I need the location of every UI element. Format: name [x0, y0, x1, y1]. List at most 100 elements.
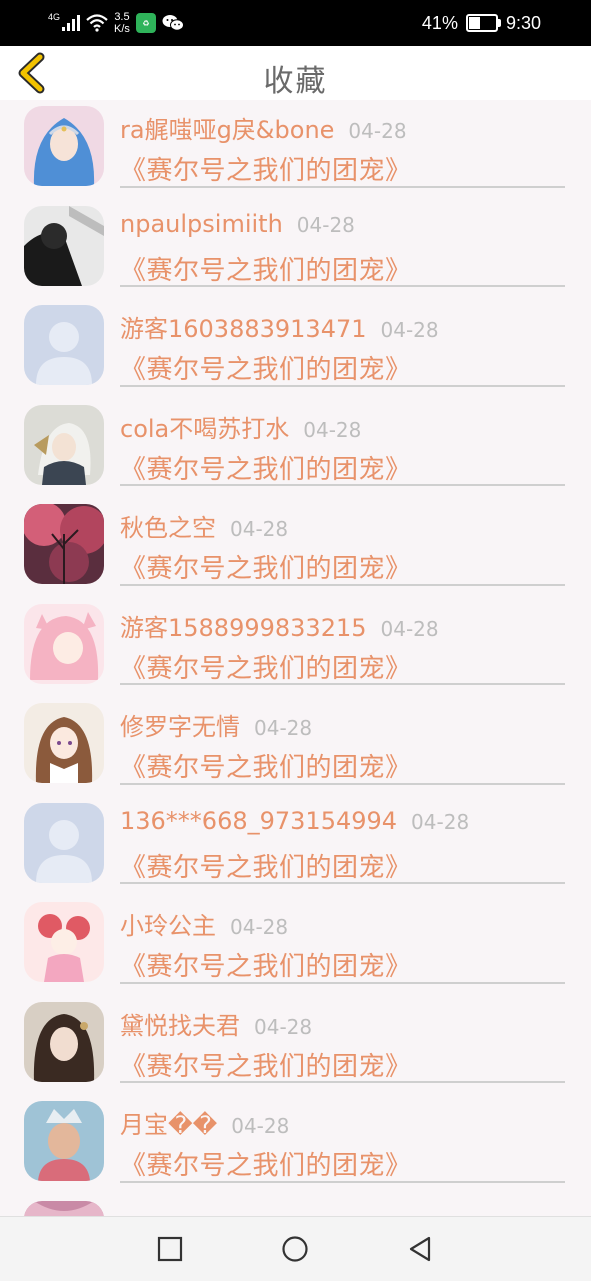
item-header: cola不喝苏打水 04-28	[120, 409, 565, 449]
avatar-bw-figure	[24, 205, 104, 286]
list-item[interactable]: 秋色之空 04-28 《赛尔号之我们的团宠》	[0, 498, 591, 598]
item-text: 游客1603883913471 04-28 《赛尔号之我们的团宠》	[120, 309, 565, 386]
avatar[interactable]	[24, 703, 104, 783]
list-item[interactable]	[0, 1195, 591, 1216]
story-title[interactable]: 《赛尔号之我们的团宠》	[120, 349, 565, 386]
divider	[120, 185, 565, 188]
divider	[120, 583, 565, 586]
wechat-icon	[162, 15, 184, 31]
story-title[interactable]: 《赛尔号之我们的团宠》	[120, 648, 565, 685]
avatar[interactable]	[24, 1200, 104, 1216]
network-type: 4G	[48, 12, 61, 22]
avatar[interactable]	[24, 404, 104, 485]
item-text: 秋色之空 04-28 《赛尔号之我们的团宠》	[120, 508, 565, 585]
username[interactable]: 游客1603883913471	[120, 315, 367, 343]
avatar[interactable]	[24, 504, 104, 584]
username[interactable]: npaulpsimiith	[120, 210, 283, 238]
item-header: 黛悦找夫君 04-28	[120, 1006, 565, 1046]
avatar-partial-pink	[24, 1200, 104, 1216]
system-back-button[interactable]	[406, 1235, 434, 1263]
avatar[interactable]	[24, 205, 104, 286]
home-button[interactable]	[281, 1235, 309, 1263]
story-title[interactable]: 《赛尔号之我们的团宠》	[120, 548, 565, 585]
divider	[120, 981, 565, 984]
item-header: npaulpsimiith 04-28	[120, 210, 565, 250]
list-item[interactable]: 黛悦找夫君 04-28 《赛尔号之我们的团宠》	[0, 996, 591, 1096]
avatar[interactable]	[24, 1101, 104, 1181]
item-text: 136***668_973154994 04-28 《赛尔号之我们的团宠》	[120, 807, 565, 884]
avatar-anime-red-twins	[24, 902, 104, 982]
avatar[interactable]	[24, 902, 104, 982]
story-title[interactable]: 《赛尔号之我们的团宠》	[120, 946, 565, 983]
home-icon	[282, 1236, 308, 1262]
avatar[interactable]	[24, 106, 104, 186]
battery-icon	[465, 14, 501, 32]
date: 04-28	[348, 119, 407, 143]
list-item[interactable]: 小玲公主 04-28 《赛尔号之我们的团宠》	[0, 896, 591, 996]
story-title[interactable]: 《赛尔号之我们的团宠》	[120, 449, 565, 486]
list-item[interactable]: ra艉嗤哑g戾&bone 04-28 《赛尔号之我们的团宠》	[0, 100, 591, 200]
avatar[interactable]	[24, 603, 104, 684]
item-text: cola不喝苏打水 04-28 《赛尔号之我们的团宠》	[120, 409, 565, 486]
item-header: 秋色之空 04-28	[120, 508, 565, 548]
list-item[interactable]: cola不喝苏打水 04-28 《赛尔号之我们的团宠》	[0, 399, 591, 499]
favorites-list[interactable]: ra艉嗤哑g戾&bone 04-28 《赛尔号之我们的团宠》 npaulpsimi…	[0, 100, 591, 1216]
avatar-pink-trees	[24, 504, 104, 584]
date: 04-28	[411, 809, 470, 834]
story-title[interactable]: 《赛尔号之我们的团宠》	[120, 847, 565, 884]
username[interactable]: 秋色之空	[120, 514, 216, 542]
divider	[120, 683, 565, 685]
story-title[interactable]: 《赛尔号之我们的团宠》	[120, 1145, 565, 1182]
list-item[interactable]: 修罗字无情 04-28 《赛尔号之我们的团宠》	[0, 697, 591, 797]
item-text: 小玲公主 04-28 《赛尔号之我们的团宠》	[120, 906, 565, 983]
date: 04-28	[296, 212, 355, 237]
item-header: 136***668_973154994 04-28	[120, 807, 565, 847]
avatar[interactable]	[24, 1001, 104, 1082]
avatar[interactable]	[24, 802, 104, 883]
date: 04-28	[380, 318, 439, 342]
divider	[120, 782, 565, 785]
divider	[120, 882, 565, 884]
story-title[interactable]: 《赛尔号之我们的团宠》	[120, 150, 565, 187]
item-text: 月宝�� 04-28 《赛尔号之我们的团宠》	[120, 1105, 565, 1182]
divider	[120, 1081, 565, 1083]
list-item[interactable]: 游客1588999833215 04-28 《赛尔号之我们的团宠》	[0, 598, 591, 698]
avatar-default-silhouette	[24, 802, 104, 883]
username[interactable]: 黛悦找夫君	[120, 1012, 240, 1040]
divider	[120, 484, 565, 486]
username[interactable]: cola不喝苏打水	[120, 415, 289, 443]
list-item[interactable]: 月宝�� 04-28 《赛尔号之我们的团宠》	[0, 1095, 591, 1195]
date: 04-28	[254, 716, 313, 740]
item-header: 修罗字无情 04-28	[120, 707, 565, 747]
story-title[interactable]: 《赛尔号之我们的团宠》	[120, 250, 565, 287]
list-item[interactable]: npaulpsimiith 04-28 《赛尔号之我们的团宠》	[0, 200, 591, 300]
app-badge-icon: ♻	[135, 13, 156, 33]
recent-apps-button[interactable]	[156, 1235, 184, 1263]
signal-icon	[62, 15, 81, 31]
story-title[interactable]: 《赛尔号之我们的团宠》	[120, 747, 565, 784]
avatar[interactable]	[24, 305, 104, 385]
username[interactable]: 游客1588999833215	[120, 614, 367, 642]
date: 04-28	[231, 1114, 290, 1138]
username[interactable]: 136***668_973154994	[120, 807, 397, 835]
item-header: 小玲公主 04-28	[120, 906, 565, 946]
item-text: 修罗字无情 04-28 《赛尔号之我们的团宠》	[120, 707, 565, 784]
speed-unit: K/s	[114, 23, 130, 35]
avatar-portrait-blue-veil	[24, 106, 104, 186]
navigation-bar	[0, 1216, 591, 1281]
item-header: 游客1588999833215 04-28	[120, 608, 565, 648]
date: 04-28	[380, 616, 439, 641]
username[interactable]: 小玲公主	[120, 912, 216, 940]
username[interactable]: 月宝��	[120, 1111, 217, 1139]
username[interactable]: 修罗字无情	[120, 713, 240, 741]
avatar-anime-pink-hair	[24, 603, 104, 684]
username[interactable]: ra艉嗤哑g戾&bone	[120, 116, 334, 144]
item-header: ra艉嗤哑g戾&bone 04-28	[120, 110, 565, 150]
list-item[interactable]: 136***668_973154994 04-28 《赛尔号之我们的团宠》	[0, 797, 591, 897]
item-text: 游客1588999833215 04-28 《赛尔号之我们的团宠》	[120, 608, 565, 685]
list-item[interactable]: 游客1603883913471 04-28 《赛尔号之我们的团宠》	[0, 299, 591, 399]
story-title[interactable]: 《赛尔号之我们的团宠》	[120, 1046, 565, 1083]
battery-percent: 41%	[421, 12, 458, 33]
avatar-photo-crown	[24, 1101, 104, 1181]
avatar-anime-brown-hair	[24, 703, 104, 783]
